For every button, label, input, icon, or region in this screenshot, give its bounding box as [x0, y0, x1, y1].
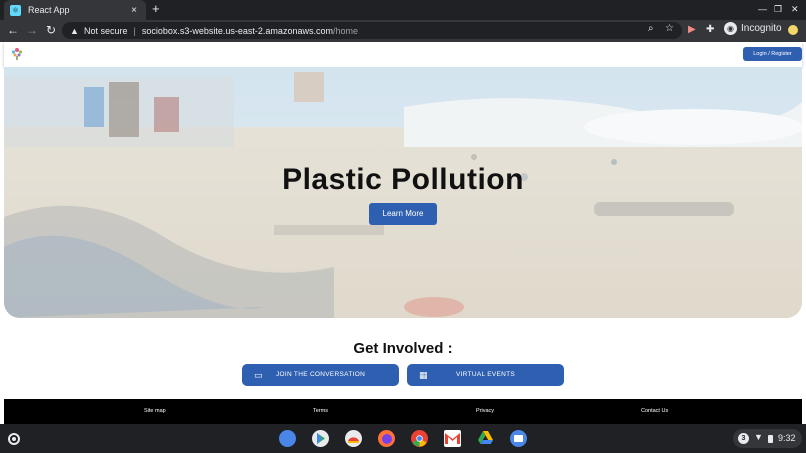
web-page: Login / Register Plastic Pollution Learn… [0, 42, 806, 424]
cast-icon[interactable]: ▶ [688, 23, 696, 37]
join-conversation-label: JOIN THE CONVERSATION [275, 371, 366, 378]
back-icon[interactable]: ← [6, 23, 20, 37]
footer-link-contact-us[interactable]: Contact Us [641, 408, 668, 414]
screen: ⚛ React App × + — ❐ ✕ ← → ↻ ▲ Not secure… [0, 0, 806, 453]
browser-tab[interactable]: ⚛ React App × [4, 0, 146, 20]
login-register-button[interactable]: Login / Register [743, 47, 802, 61]
wifi-icon: ▼ [754, 432, 763, 442]
firefox-icon[interactable] [378, 430, 395, 447]
site-logo-icon[interactable] [10, 45, 24, 61]
reload-icon[interactable]: ↻ [44, 23, 58, 37]
gmail-icon[interactable] [444, 430, 461, 447]
tab-title: React App [28, 5, 70, 15]
incognito-label: Incognito [741, 23, 782, 34]
tab-close-icon[interactable]: × [128, 5, 140, 16]
window-close-icon[interactable]: ✕ [791, 3, 799, 15]
site-footer: Site map Terms Privacy Contact Us [4, 399, 802, 424]
launcher-icon[interactable] [8, 433, 20, 445]
get-involved-heading: Get Involved : [353, 340, 453, 357]
chrome-icon[interactable] [411, 430, 428, 447]
browser-toolbar: ← → ↻ ▲ Not secure | sociobox.s3-website… [0, 20, 806, 42]
search-icon[interactable]: ⌕ [648, 23, 654, 34]
extensions-icon[interactable]: ✚ [706, 23, 714, 37]
status-tray[interactable]: 3 ▼ 9:32 [733, 429, 802, 448]
virtual-events-label: VIRTUAL EVENTS [455, 371, 516, 378]
new-tab-button[interactable]: + [152, 2, 160, 16]
profile-avatar-icon[interactable] [788, 25, 798, 35]
join-conversation-button[interactable]: ▭ JOIN THE CONVERSATION [242, 364, 399, 386]
restore-icon[interactable]: ❐ [774, 3, 782, 15]
bookmark-star-icon[interactable]: ☆ [665, 23, 674, 34]
url-path: /home [332, 25, 358, 36]
hero-title: Plastic Pollution [282, 163, 524, 196]
hero-banner: Plastic Pollution Learn More [4, 67, 802, 318]
site-navbar: Login / Register [4, 42, 802, 67]
footer-link-terms[interactable]: Terms [313, 408, 328, 414]
browser-tabstrip: ⚛ React App × + — ❐ ✕ [0, 0, 806, 20]
google-drive-icon[interactable] [477, 430, 494, 447]
battery-icon [768, 435, 773, 443]
incognito-indicator[interactable]: ◉ Incognito [724, 22, 782, 35]
clock-time: 9:32 [778, 433, 796, 443]
warning-icon: ▲ [70, 25, 79, 36]
forward-icon[interactable]: → [25, 23, 39, 37]
react-favicon-icon: ⚛ [10, 4, 21, 16]
settings-icon[interactable] [279, 430, 296, 447]
virtual-events-button[interactable]: ▦ VIRTUAL EVENTS [407, 364, 564, 386]
footer-link-privacy[interactable]: Privacy [476, 408, 494, 414]
os-shelf: 3 ▼ 9:32 [0, 424, 806, 453]
incognito-icon: ◉ [724, 22, 737, 35]
address-bar[interactable]: ▲ Not secure | sociobox.s3-website.us-ea… [62, 22, 682, 39]
security-label: Not secure [84, 25, 128, 36]
learn-more-button[interactable]: Learn More [369, 203, 437, 225]
play-store-icon[interactable] [312, 430, 329, 447]
footer-link-site-map[interactable]: Site map [144, 408, 166, 414]
chrome-web-store-icon[interactable] [345, 430, 362, 447]
notification-badge: 3 [738, 433, 749, 444]
minimize-icon[interactable]: — [758, 3, 767, 15]
url-separator: | [133, 25, 136, 36]
files-icon[interactable] [510, 430, 527, 447]
url-host: sociobox.s3-website.us-east-2.amazonaws.… [141, 25, 333, 36]
